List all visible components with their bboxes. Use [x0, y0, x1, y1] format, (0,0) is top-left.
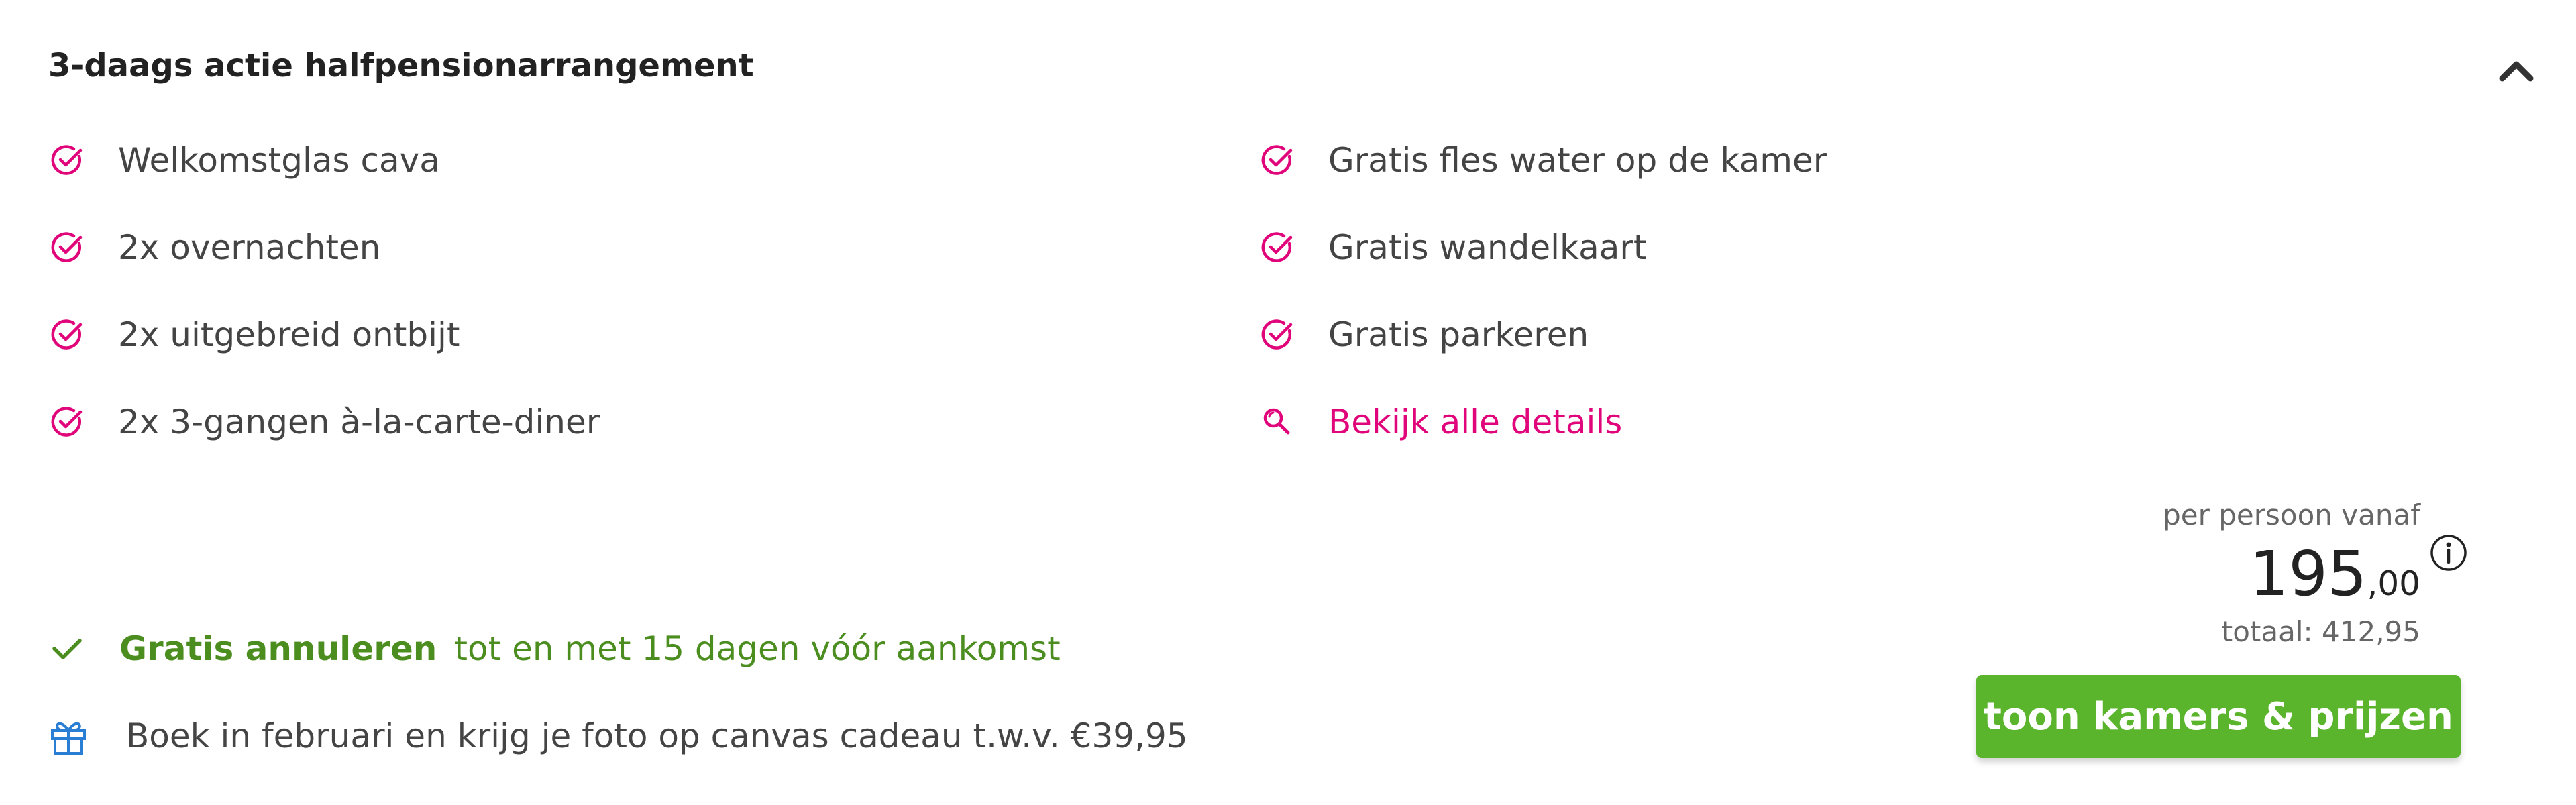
feature-item: 2x uitgebreid ontbijt — [48, 311, 460, 358]
package-card: 3-daags actie halfpensionarrangement Wel… — [0, 0, 2576, 805]
magnifier-icon — [1258, 403, 1296, 441]
check-circle-icon — [48, 403, 86, 441]
details-link[interactable]: Bekijk alle details — [1258, 398, 1622, 445]
feature-label: 2x uitgebreid ontbijt — [118, 315, 460, 354]
feature-label: Gratis wandelkaart — [1328, 228, 1647, 267]
feature-label: 2x 3-gangen à-la-carte-diner — [118, 402, 600, 441]
feature-item: Welkomstglas cava — [48, 137, 440, 184]
chevron-up-icon — [2499, 61, 2534, 82]
price-whole: 195 — [2249, 538, 2367, 610]
free-cancellation: Gratis annuleren tot en met 15 dagen vóó… — [48, 625, 1061, 672]
feature-item: Gratis fles water op de kamer — [1258, 137, 1827, 184]
feature-item: Gratis parkeren — [1258, 311, 1589, 358]
features-list: Welkomstglas cava 2x overnachten 2x uitg… — [48, 137, 2061, 513]
per-person-label: per persoon vanaf — [2163, 498, 2420, 531]
info-icon[interactable] — [2428, 533, 2469, 573]
cancellation-title: Gratis annuleren — [119, 629, 437, 668]
cancellation-text: tot en met 15 dagen vóór aankomst — [454, 629, 1061, 668]
check-circle-icon — [48, 229, 86, 266]
promo-message: Boek in februari en krijg je foto op can… — [48, 712, 1188, 759]
feature-label: 2x overnachten — [118, 228, 381, 267]
check-circle-icon — [1258, 316, 1296, 354]
total-price: totaal: 412,95 — [2221, 615, 2420, 648]
check-circle-icon — [48, 142, 86, 179]
price-decimal: ,00 — [2367, 564, 2420, 603]
promo-text: Boek in februari en krijg je foto op can… — [126, 716, 1188, 755]
collapse-button[interactable] — [2493, 47, 2540, 94]
details-link-label[interactable]: Bekijk alle details — [1328, 402, 1622, 441]
check-circle-icon — [1258, 229, 1296, 266]
price-block: per persoon vanaf 195 ,00 totaal: 412,95 — [2018, 496, 2420, 651]
feature-label: Gratis fles water op de kamer — [1328, 141, 1827, 180]
feature-item: 2x 3-gangen à-la-carte-diner — [48, 398, 600, 445]
feature-item: Gratis wandelkaart — [1258, 224, 1647, 271]
check-circle-icon — [1258, 142, 1296, 179]
package-title: 3-daags actie halfpensionarrangement — [48, 47, 754, 85]
feature-label: Welkomstglas cava — [118, 141, 440, 180]
feature-label: Gratis parkeren — [1328, 315, 1589, 354]
feature-item: 2x overnachten — [48, 224, 380, 271]
show-rooms-button[interactable]: toon kamers & prijzen — [1976, 675, 2461, 758]
check-circle-icon — [48, 316, 86, 354]
gift-icon — [48, 716, 89, 756]
checkmark-icon — [48, 630, 86, 667]
price-amount: 195 ,00 — [2018, 542, 2420, 606]
